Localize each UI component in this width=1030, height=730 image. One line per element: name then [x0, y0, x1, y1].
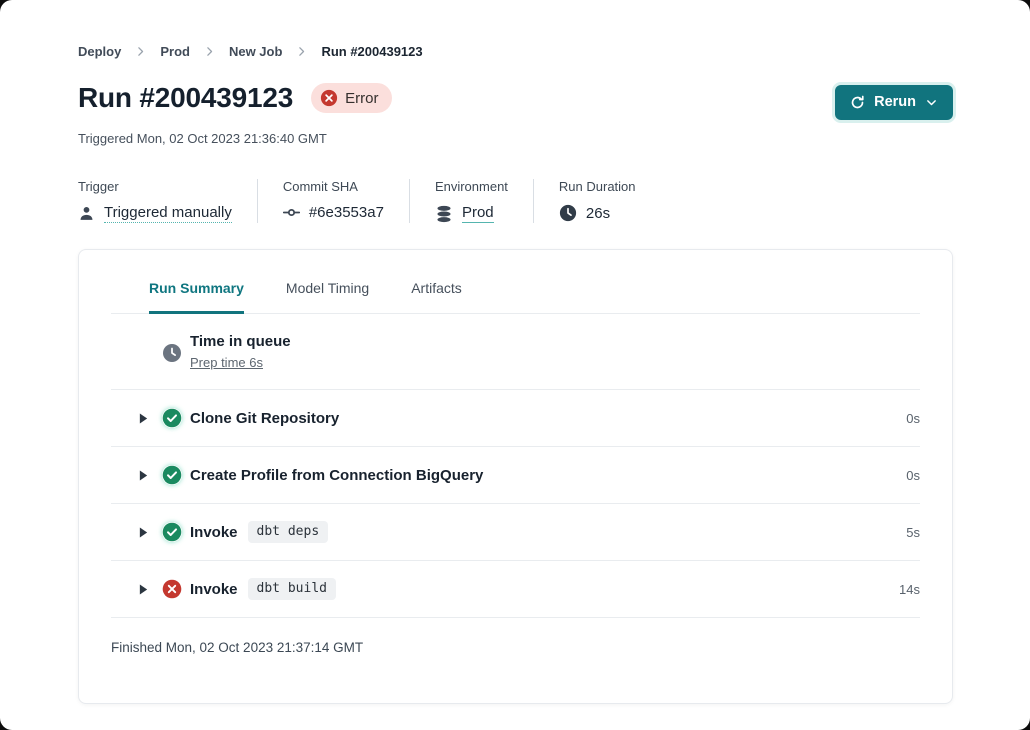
step-row-dbt-build[interactable]: Invoke dbt build 14s: [111, 560, 920, 617]
breadcrumb-item-prod[interactable]: Prod: [160, 44, 190, 59]
rerun-button-label: Rerun: [874, 94, 916, 110]
status-badge-label: Error: [345, 90, 378, 107]
step-duration: 5s: [906, 525, 920, 540]
success-check-icon: [162, 465, 182, 485]
queue-clock-icon: [162, 343, 182, 363]
commit-icon: [283, 204, 300, 221]
chevron-down-icon[interactable]: [925, 96, 938, 109]
meta-run-duration: Run Duration 26s: [533, 179, 661, 223]
rerun-button[interactable]: Rerun: [835, 85, 953, 120]
app-window: Deploy Prod New Job Run #200439123 Run #…: [0, 0, 1030, 730]
step-duration: 0s: [906, 411, 920, 426]
trigger-value[interactable]: Triggered manually: [104, 204, 232, 223]
environment-link[interactable]: Prod: [462, 204, 494, 223]
caret-right-icon[interactable]: [138, 583, 149, 596]
step-row-clone-git[interactable]: Clone Git Repository 0s: [111, 389, 920, 446]
chevron-right-icon: [134, 45, 147, 58]
commit-sha-value: #6e3553a7: [309, 204, 384, 221]
queue-row: Time in queue Prep time 6s: [111, 314, 920, 389]
step-duration: 0s: [906, 468, 920, 483]
tab-artifacts[interactable]: Artifacts: [411, 280, 462, 313]
refresh-icon: [850, 95, 865, 110]
queue-title: Time in queue: [190, 333, 291, 350]
meta-environment-label: Environment: [435, 179, 508, 194]
caret-right-icon[interactable]: [138, 469, 149, 482]
run-duration-value: 26s: [586, 205, 610, 222]
database-icon: [435, 205, 453, 223]
breadcrumb-item-new-job[interactable]: New Job: [229, 44, 282, 59]
error-circle-icon: [320, 89, 338, 107]
step-title: Create Profile from Connection BigQuery: [190, 467, 483, 484]
breadcrumb-current-run: Run #200439123: [321, 44, 422, 59]
command-chip: dbt build: [248, 578, 336, 600]
tab-model-timing[interactable]: Model Timing: [286, 280, 369, 313]
chevron-right-icon: [203, 45, 216, 58]
step-row-create-profile[interactable]: Create Profile from Connection BigQuery …: [111, 446, 920, 503]
step-duration: 14s: [899, 582, 920, 597]
meta-commit-sha: Commit SHA #6e3553a7: [257, 179, 409, 223]
caret-right-icon[interactable]: [138, 412, 149, 425]
error-circle-icon: [162, 579, 182, 599]
meta-trigger-label: Trigger: [78, 179, 232, 194]
meta-environment: Environment Prod: [409, 179, 533, 223]
success-check-icon: [162, 408, 182, 428]
step-row-dbt-deps[interactable]: Invoke dbt deps 5s: [111, 503, 920, 560]
chevron-right-icon: [295, 45, 308, 58]
breadcrumb-item-deploy[interactable]: Deploy: [78, 44, 121, 59]
prep-time-link[interactable]: Prep time 6s: [190, 355, 263, 370]
page-title: Run #200439123: [78, 82, 293, 114]
success-check-icon: [162, 522, 182, 542]
run-meta-row: Trigger Triggered manually Commit SHA #6…: [78, 179, 953, 223]
person-icon: [78, 205, 95, 222]
meta-duration-label: Run Duration: [559, 179, 636, 194]
step-title: Clone Git Repository: [190, 410, 339, 427]
breadcrumb: Deploy Prod New Job Run #200439123: [78, 44, 953, 59]
meta-trigger: Trigger Triggered manually: [78, 179, 257, 223]
card-footer: Finished Mon, 02 Oct 2023 21:37:14 GMT: [111, 617, 920, 657]
step-title: Invoke: [190, 524, 238, 541]
tab-run-summary[interactable]: Run Summary: [149, 280, 244, 314]
caret-right-icon[interactable]: [138, 526, 149, 539]
finished-timestamp: Finished Mon, 02 Oct 2023 21:37:14 GMT: [111, 640, 363, 655]
triggered-timestamp: Triggered Mon, 02 Oct 2023 21:36:40 GMT: [78, 131, 953, 146]
clock-icon: [559, 204, 577, 222]
tab-strip: Run Summary Model Timing Artifacts: [111, 250, 920, 314]
status-badge: Error: [311, 83, 392, 113]
command-chip: dbt deps: [248, 521, 329, 543]
step-title: Invoke: [190, 581, 238, 598]
meta-commit-label: Commit SHA: [283, 179, 384, 194]
run-summary-card: Run Summary Model Timing Artifacts Time …: [78, 249, 953, 704]
page-header: Run #200439123 Error Rerun: [78, 82, 953, 120]
